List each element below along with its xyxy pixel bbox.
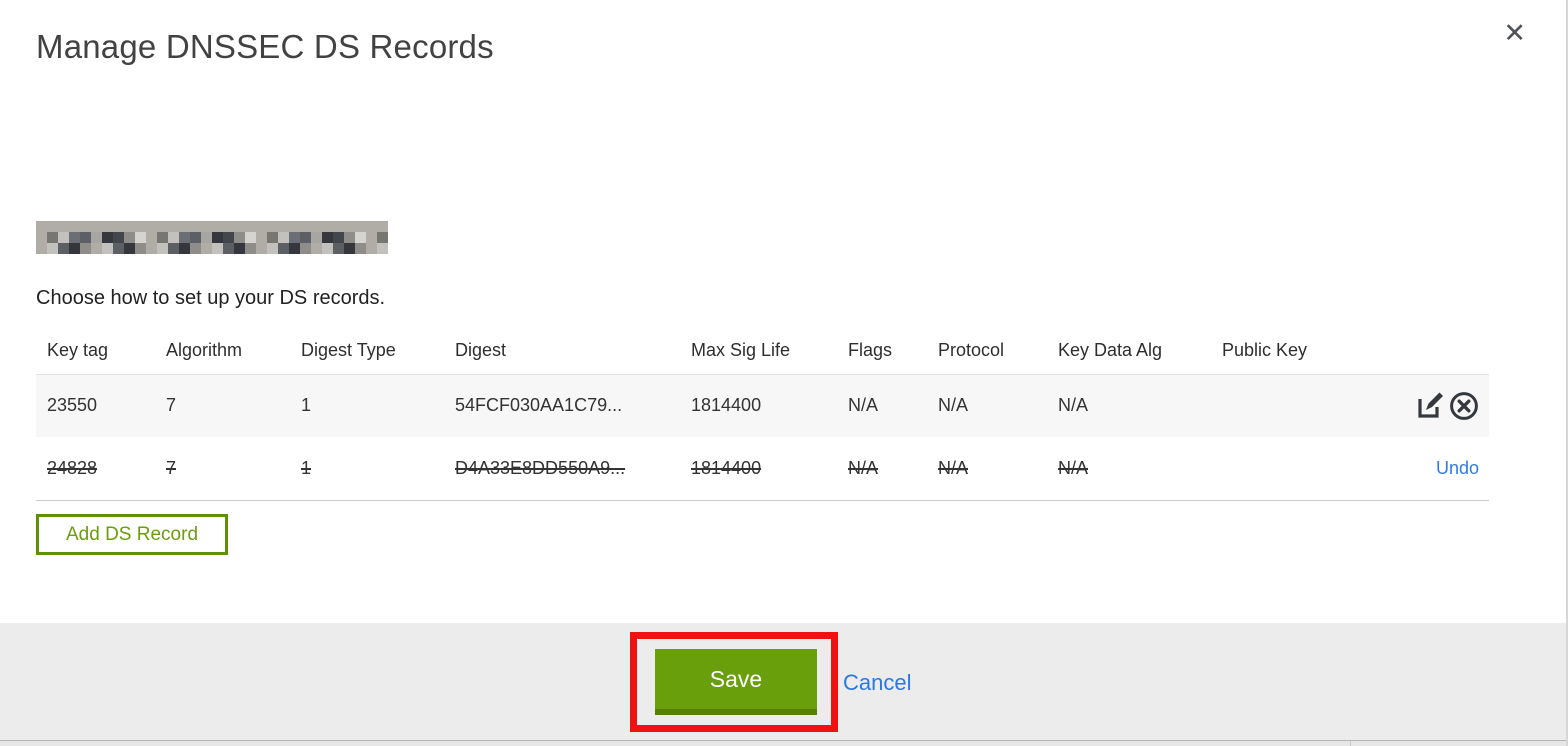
ds-records-table: Key tag Algorithm Digest Type Digest Max…	[36, 328, 1489, 501]
cell-max-sig-life: 1814400	[691, 395, 762, 416]
col-header-digest-type: Digest Type	[290, 328, 444, 375]
cell-digest: D4A33E8DD550A9...	[455, 457, 626, 478]
table-header-row: Key tag Algorithm Digest Type Digest Max…	[36, 328, 1489, 375]
dnssec-modal: Manage DNSSEC DS Records ✕ Choose how to…	[0, 0, 1568, 746]
cell-digest-type: 1	[301, 395, 312, 416]
edit-icon[interactable]	[1415, 391, 1444, 420]
col-header-flags: Flags	[837, 328, 927, 375]
cell-digest: 54FCF030AA1C79...	[455, 395, 623, 416]
col-header-algorithm: Algorithm	[155, 328, 290, 375]
col-header-actions	[1361, 328, 1489, 375]
cell-algorithm: 7	[166, 457, 177, 478]
add-ds-record-button[interactable]: Add DS Record	[36, 514, 229, 555]
col-header-key-data-alg: Key Data Alg	[1047, 328, 1211, 375]
cell-flags: N/A	[848, 457, 879, 478]
cell-key-data-alg: N/A	[1058, 457, 1089, 478]
cell-key-data-alg: N/A	[1058, 395, 1089, 416]
col-header-digest: Digest	[444, 328, 680, 375]
table-row-deleted: 24828 7 1 D4A33E8DD550A9... 1814400 N/A …	[36, 437, 1489, 501]
col-header-key-tag: Key tag	[36, 328, 155, 375]
instruction-text: Choose how to set up your DS records.	[36, 287, 386, 309]
modal-footer: Save Cancel	[0, 623, 1566, 740]
page-behind-modal-edge	[0, 740, 1566, 746]
cell-digest-type: 1	[301, 457, 312, 478]
cell-protocol: N/A	[938, 395, 969, 416]
cell-protocol: N/A	[938, 457, 969, 478]
divider	[1350, 741, 1351, 746]
table-row: 23550 7 1 54FCF030AA1C79... 1814400 N/A …	[36, 374, 1489, 437]
cell-key-tag: 24828	[47, 457, 98, 478]
cell-flags: N/A	[848, 395, 879, 416]
col-header-public-key: Public Key	[1211, 328, 1361, 375]
cell-max-sig-life: 1814400	[691, 457, 762, 478]
redacted-domain-name	[36, 221, 388, 255]
delete-icon[interactable]	[1449, 391, 1479, 421]
close-icon[interactable]: ✕	[1503, 20, 1526, 47]
undo-link[interactable]: Undo	[1436, 458, 1479, 478]
page-title: Manage DNSSEC DS Records	[36, 28, 494, 65]
cell-algorithm: 7	[166, 395, 177, 416]
col-header-protocol: Protocol	[927, 328, 1047, 375]
col-header-max-sig-life: Max Sig Life	[680, 328, 837, 375]
cancel-link[interactable]: Cancel	[843, 670, 911, 696]
cell-key-tag: 23550	[47, 395, 98, 416]
save-button[interactable]: Save	[655, 649, 817, 715]
